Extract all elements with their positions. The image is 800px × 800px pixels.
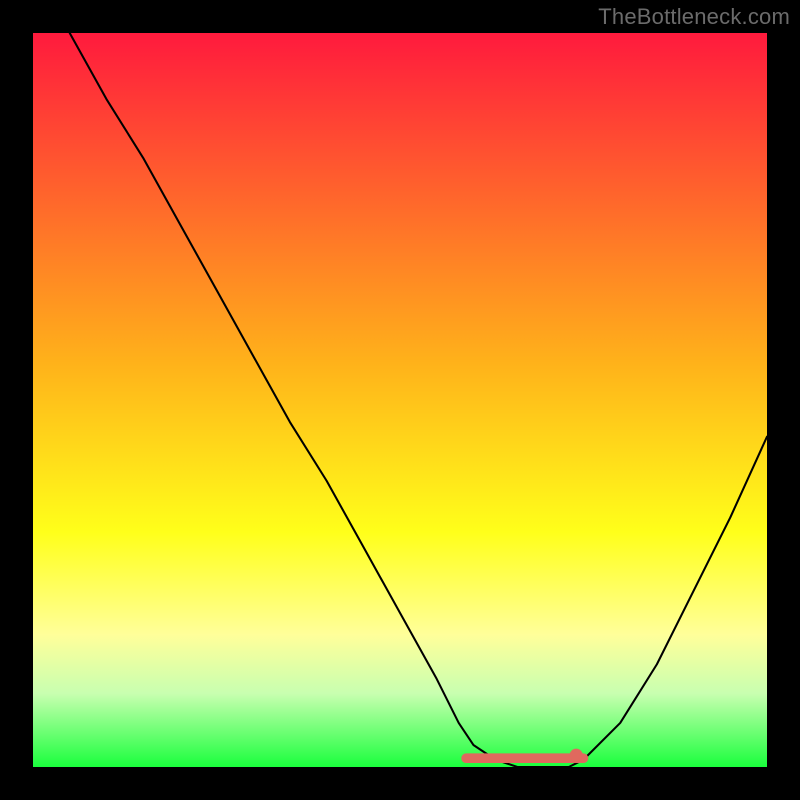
- watermark-text: TheBottleneck.com: [598, 4, 790, 30]
- minimum-marker-dot: [570, 749, 583, 762]
- plot-area: [33, 33, 767, 767]
- bottleneck-curve-path: [70, 33, 767, 767]
- chart-frame: TheBottleneck.com: [0, 0, 800, 800]
- curve-layer: [33, 33, 767, 767]
